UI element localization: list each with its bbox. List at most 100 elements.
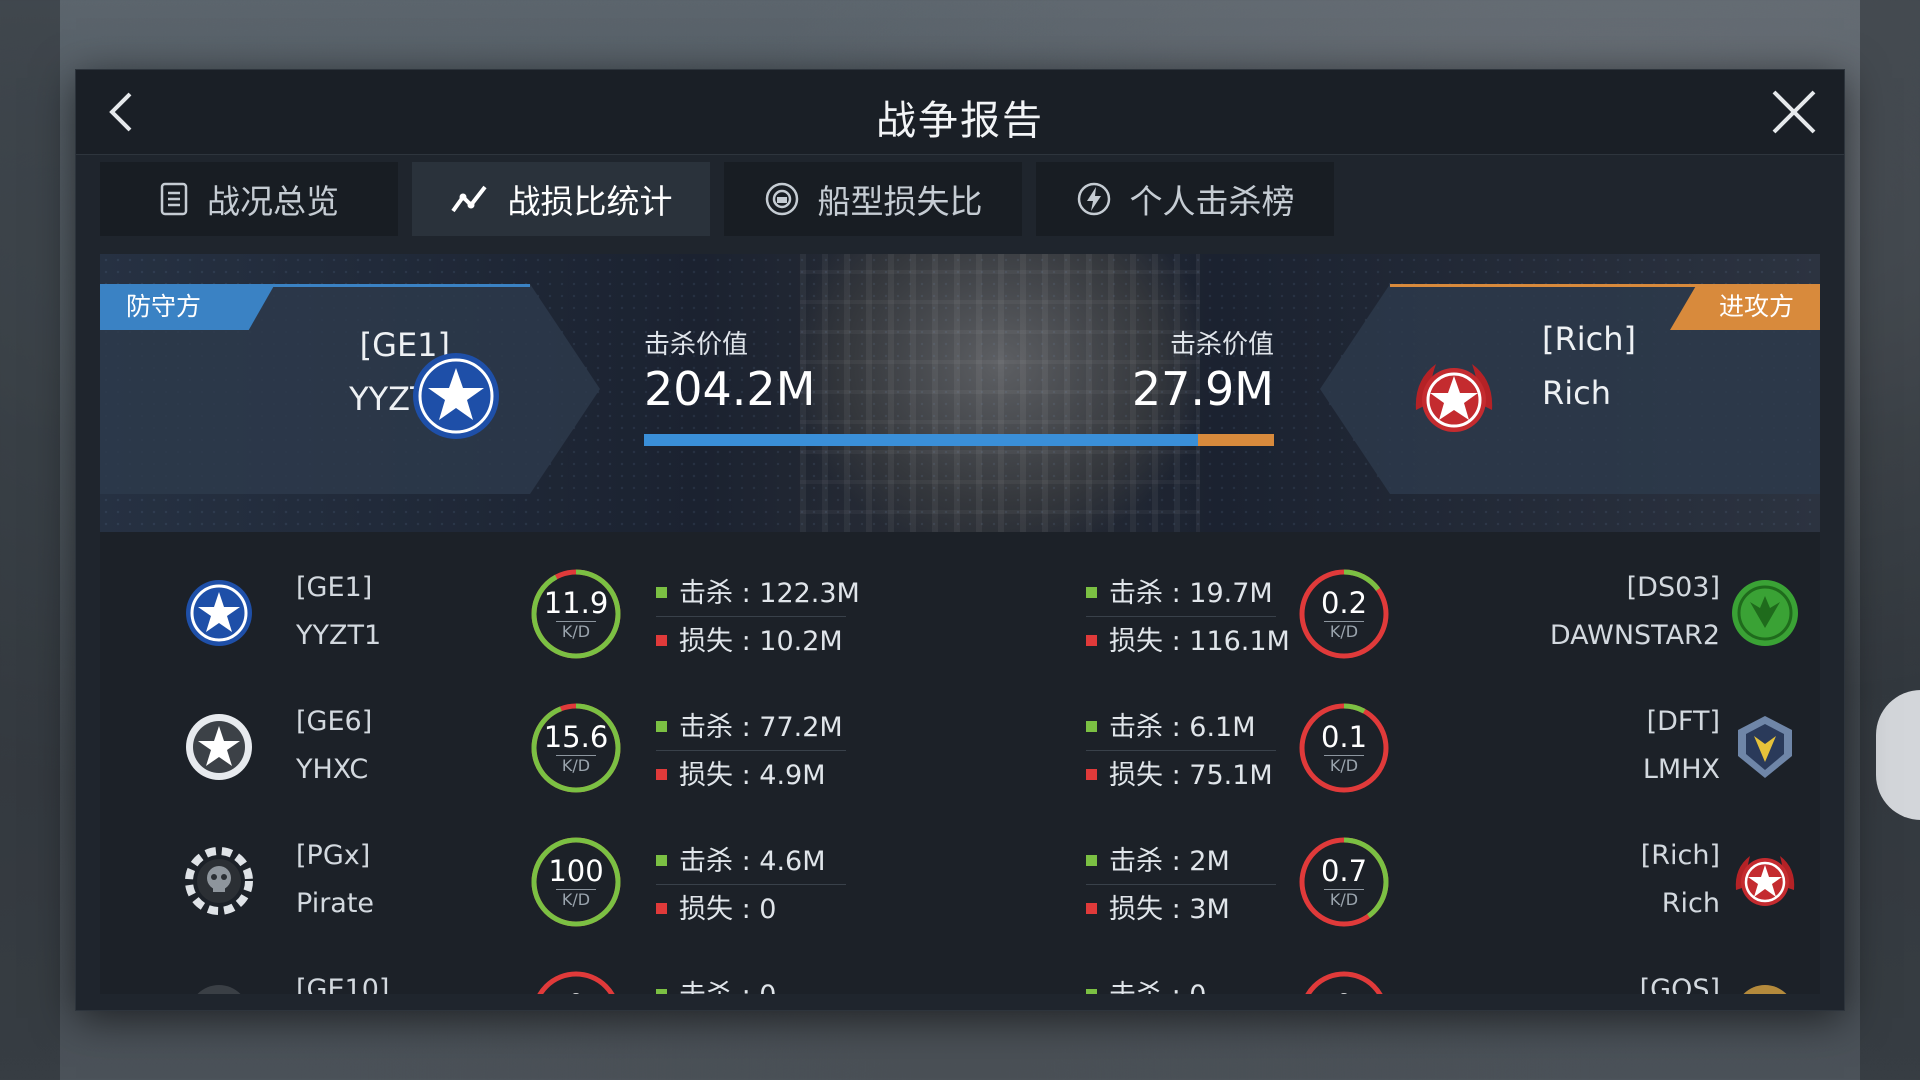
right-loss-text: 损失 : 75.1M bbox=[1109, 760, 1273, 791]
right-kill-stat: 击杀 : 0 bbox=[1086, 976, 1206, 994]
loss-marker bbox=[656, 903, 667, 914]
stat-divider bbox=[656, 750, 846, 751]
kill-marker bbox=[656, 721, 667, 732]
tab-ship-loss[interactable]: 船型损失比 bbox=[724, 162, 1022, 236]
right-loss-text: 损失 : 116.1M bbox=[1109, 626, 1290, 657]
attacker-corp: [Rich] bbox=[1542, 320, 1636, 358]
tab-overview[interactable]: 战况总览 bbox=[100, 162, 398, 236]
tab-label: 个人击杀榜 bbox=[1129, 182, 1295, 221]
title-bar: 战争报告 bbox=[76, 70, 1844, 155]
right-loss-text: 损失 : 3M bbox=[1109, 894, 1230, 925]
kill-marker bbox=[1086, 989, 1097, 994]
defender-kill-value: 204.2M bbox=[644, 362, 816, 416]
left-corp-tag: [PGx] bbox=[296, 840, 371, 871]
chart-line-icon bbox=[450, 185, 487, 213]
left-corp-name: YYZT1 bbox=[296, 620, 382, 651]
left-kill-text: 击杀 : 77.2M bbox=[679, 712, 843, 743]
right-kill-stat: 击杀 : 19.7M bbox=[1086, 574, 1273, 614]
right-corp-tag: [GOS] bbox=[1639, 974, 1720, 994]
kill-marker bbox=[1086, 855, 1097, 866]
background-structure bbox=[0, 0, 60, 1080]
stat-divider bbox=[1086, 750, 1276, 751]
right-kill-text: 击杀 : 6.1M bbox=[1109, 712, 1256, 743]
red-star-emblem bbox=[1735, 856, 1795, 906]
left-kd-value: 11.9 bbox=[543, 586, 609, 620]
ship-icon bbox=[765, 182, 798, 216]
right-loss-stat: 损失 : 3M bbox=[1086, 890, 1230, 930]
left-kd-label: K/D bbox=[561, 756, 591, 775]
left-corp-tag: [GE1] bbox=[296, 572, 373, 603]
left-kill-text: 击杀 : 122.3M bbox=[679, 578, 860, 609]
left-kill-stat: 击杀 : 122.3M bbox=[656, 574, 860, 614]
corp-row: [GE1] YYZT1 11.9 K/D 击杀 : 122.3M 损失 : 10… bbox=[100, 552, 1820, 686]
left-kd-ring: 100 K/D bbox=[528, 834, 624, 930]
page-title: 战争报告 bbox=[876, 98, 1044, 144]
left-loss-stat: 损失 : 10.2M bbox=[656, 622, 843, 662]
lightning-icon bbox=[1077, 182, 1110, 216]
attacker-name: Rich bbox=[1542, 374, 1611, 412]
report-icon bbox=[160, 182, 188, 216]
close-button[interactable] bbox=[1768, 86, 1820, 138]
right-kd-value: 0.1 bbox=[1320, 720, 1368, 754]
left-loss-text: 损失 : 4.9M bbox=[679, 760, 826, 791]
kill-marker bbox=[1086, 721, 1097, 732]
left-kd-ring: 11.9 K/D bbox=[528, 566, 624, 662]
blue-star-emblem bbox=[413, 353, 499, 439]
stat-divider bbox=[656, 884, 846, 885]
background-structure bbox=[1860, 0, 1920, 1080]
right-kd-value: 0.2 bbox=[1320, 586, 1368, 620]
right-kd-ring: 0.2 K/D bbox=[1296, 566, 1392, 662]
right-corp-tag: [Rich] bbox=[1640, 840, 1720, 871]
war-report-panel: 战争报告 战况总览 战损比统计 船型损失比 个人击杀榜 防守方 [GE1] YY… bbox=[76, 70, 1844, 1010]
left-kill-stat: 击杀 : 0 bbox=[656, 976, 776, 994]
left-loss-stat: 损失 : 0 bbox=[656, 890, 776, 930]
left-kill-text: 击杀 : 0 bbox=[679, 980, 776, 994]
corp-row: [PGx] Pirate 100 K/D 击杀 : 4.6M 损失 : 0 击杀… bbox=[100, 820, 1820, 954]
right-corp-name: LMHX bbox=[1642, 754, 1720, 785]
left-corp-name: Pirate bbox=[296, 888, 375, 919]
defender-kill-label: 击杀价值 bbox=[644, 330, 749, 360]
gold-emblem bbox=[1743, 985, 1787, 994]
left-kd-ring: 15.6 K/D bbox=[528, 700, 624, 796]
attacker-kill-label: 击杀价值 bbox=[1169, 330, 1274, 360]
right-corp-name: DAWNSTAR2 bbox=[1549, 620, 1720, 651]
left-loss-text: 损失 : 10.2M bbox=[679, 626, 843, 657]
right-kill-text: 击杀 : 2M bbox=[1109, 846, 1230, 877]
right-kill-stat: 击杀 : 2M bbox=[1086, 842, 1230, 882]
right-kd-label: K/D bbox=[1329, 890, 1359, 909]
dark-emblem bbox=[197, 985, 241, 994]
left-loss-text: 损失 : 0 bbox=[679, 894, 777, 925]
loss-marker bbox=[1086, 903, 1097, 914]
right-kd-value: 0 bbox=[1296, 988, 1392, 994]
left-kd-ring: 0 K/D bbox=[528, 968, 624, 994]
close-icon bbox=[1772, 90, 1816, 134]
blue-star-emblem bbox=[186, 580, 252, 646]
left-kd-label: K/D bbox=[561, 890, 591, 909]
tab-loss-ratio[interactable]: 战损比统计 bbox=[412, 162, 710, 236]
kill-value-bar bbox=[644, 434, 1274, 446]
tab-kill-board[interactable]: 个人击杀榜 bbox=[1036, 162, 1334, 236]
left-kd-value: 0 bbox=[528, 988, 624, 994]
left-kd-label: K/D bbox=[561, 622, 591, 641]
left-kill-stat: 击杀 : 4.6M bbox=[656, 842, 826, 882]
left-kill-stat: 击杀 : 77.2M bbox=[656, 708, 843, 748]
loss-marker bbox=[656, 769, 667, 780]
right-kill-stat: 击杀 : 6.1M bbox=[1086, 708, 1256, 748]
left-kd-value: 100 bbox=[548, 854, 604, 888]
right-corp-name: Rich bbox=[1661, 888, 1720, 919]
right-kd-label: K/D bbox=[1329, 622, 1359, 641]
loss-marker bbox=[1086, 635, 1097, 646]
right-kd-ring: 0.7 K/D bbox=[1296, 834, 1392, 930]
right-kd-ring: 0 K/D bbox=[1296, 968, 1392, 994]
white-star-emblem bbox=[186, 714, 252, 780]
right-loss-stat: 损失 : 75.1M bbox=[1086, 756, 1273, 796]
stats-content: 防守方 [GE1] YYZT1 进攻方 [Rich] Rich 击杀价值 204… bbox=[100, 254, 1820, 994]
right-loss-stat: 损失 : 116.1M bbox=[1086, 622, 1290, 662]
stat-divider bbox=[656, 616, 846, 617]
corp-row: [GE10] 0 K/D 击杀 : 0 击杀 : 0 0 K/D [GOS] bbox=[100, 954, 1820, 994]
stat-divider bbox=[1086, 884, 1276, 885]
left-corp-tag: [GE6] bbox=[296, 706, 373, 737]
tab-label: 战损比统计 bbox=[507, 182, 673, 221]
green-wings-emblem bbox=[1732, 580, 1798, 646]
kill-marker bbox=[656, 855, 667, 866]
